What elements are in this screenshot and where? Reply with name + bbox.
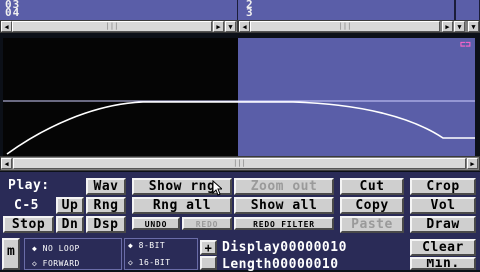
loop-option-forward[interactable]: ◇ FORWARD	[32, 259, 80, 269]
display-value: 00000010	[280, 240, 347, 255]
waveform-graph	[3, 100, 475, 155]
scroll-down-button[interactable]: ▼	[225, 21, 236, 32]
note-down-button[interactable]: Dn	[56, 216, 84, 233]
zoom-out-button[interactable]: Zoom out	[234, 178, 334, 195]
clear-button[interactable]: Clear	[410, 239, 476, 256]
scroll-thumb[interactable]: |||	[250, 21, 440, 32]
scroll-thumb[interactable]: |||	[12, 21, 212, 32]
scroll-down-button[interactable]: ▼	[468, 21, 479, 32]
loop-option-no-loop[interactable]: ◆ NO LOOP	[32, 244, 80, 254]
redo-filter-button[interactable]: REDO FILTER	[234, 217, 334, 230]
scroll-down-button[interactable]: ▼	[454, 21, 465, 32]
grip-icon: |||	[105, 22, 119, 30]
pattern-panel-right	[238, 0, 480, 20]
loop-option-label: FORWARD	[42, 259, 80, 268]
minus-button[interactable]	[200, 256, 217, 270]
display-label: Display	[222, 240, 281, 255]
scroll-right-button[interactable]: ▶	[442, 21, 453, 32]
minimize-button[interactable]: Min.	[410, 257, 476, 270]
scroll-left-button[interactable]: ◀	[1, 21, 12, 32]
scroll-thumb[interactable]: |||	[13, 158, 466, 169]
range-all-button[interactable]: Rng all	[132, 197, 232, 214]
m-label-box[interactable]: m	[2, 238, 20, 270]
crop-button[interactable]: Crop	[410, 178, 476, 195]
play-range-button[interactable]: Rng	[86, 197, 126, 214]
play-note[interactable]: C-5	[14, 199, 39, 213]
play-display-button[interactable]: Dsp	[86, 216, 126, 233]
plus-button[interactable]: +	[200, 240, 217, 255]
pattern-row-number: 04	[5, 6, 21, 19]
pattern-hscroll-right[interactable]: ◀ ||| ▶ ▼ ▼	[238, 20, 480, 33]
cut-button[interactable]: Cut	[340, 178, 404, 195]
m-label: m	[7, 244, 15, 259]
scroll-right-button[interactable]: ▶	[213, 21, 224, 32]
grip-icon: |||	[338, 22, 352, 30]
draw-button[interactable]: Draw	[410, 216, 476, 233]
waveform-curve	[6, 101, 475, 155]
bit-option-label: 16-BIT	[138, 258, 171, 267]
waveform-hscroll[interactable]: ◀ ||| ▶	[0, 156, 480, 171]
pattern-panel-left	[0, 0, 238, 20]
scroll-left-button[interactable]: ◀	[239, 21, 250, 32]
copy-button[interactable]: Copy	[340, 197, 404, 214]
show-all-button[interactable]: Show all	[234, 197, 334, 214]
volume-button[interactable]: Vol	[410, 197, 476, 214]
bit-option-label: 8-BIT	[138, 241, 166, 250]
pattern-row-number: 3	[246, 6, 254, 19]
note-up-button[interactable]: Up	[56, 197, 84, 214]
scroll-left-button[interactable]: ◀	[1, 158, 12, 169]
channel-divider	[454, 0, 456, 20]
stop-button[interactable]: Stop	[3, 216, 54, 233]
bit-option-8[interactable]: ◆ 8-BIT	[128, 241, 165, 251]
loop-marker-icon[interactable]: ⊏⊐	[460, 40, 472, 50]
loop-option-label: NO LOOP	[42, 244, 80, 253]
bit-option-16[interactable]: ◇ 16-BIT	[128, 258, 171, 268]
mouse-pointer-icon	[212, 180, 222, 196]
play-wave-button[interactable]: Wav	[86, 178, 126, 195]
paste-button[interactable]: Paste	[340, 216, 404, 233]
undo-button[interactable]: UNDO	[132, 217, 180, 230]
scroll-right-button[interactable]: ▶	[467, 158, 478, 169]
redo-button[interactable]: REDO	[182, 217, 232, 230]
grip-icon: |||	[233, 159, 246, 167]
pattern-hscroll-left[interactable]: ◀ ||| ▶ ▼	[0, 20, 238, 33]
play-label: Play:	[8, 178, 50, 193]
display-readout: Display00000010	[222, 240, 347, 255]
